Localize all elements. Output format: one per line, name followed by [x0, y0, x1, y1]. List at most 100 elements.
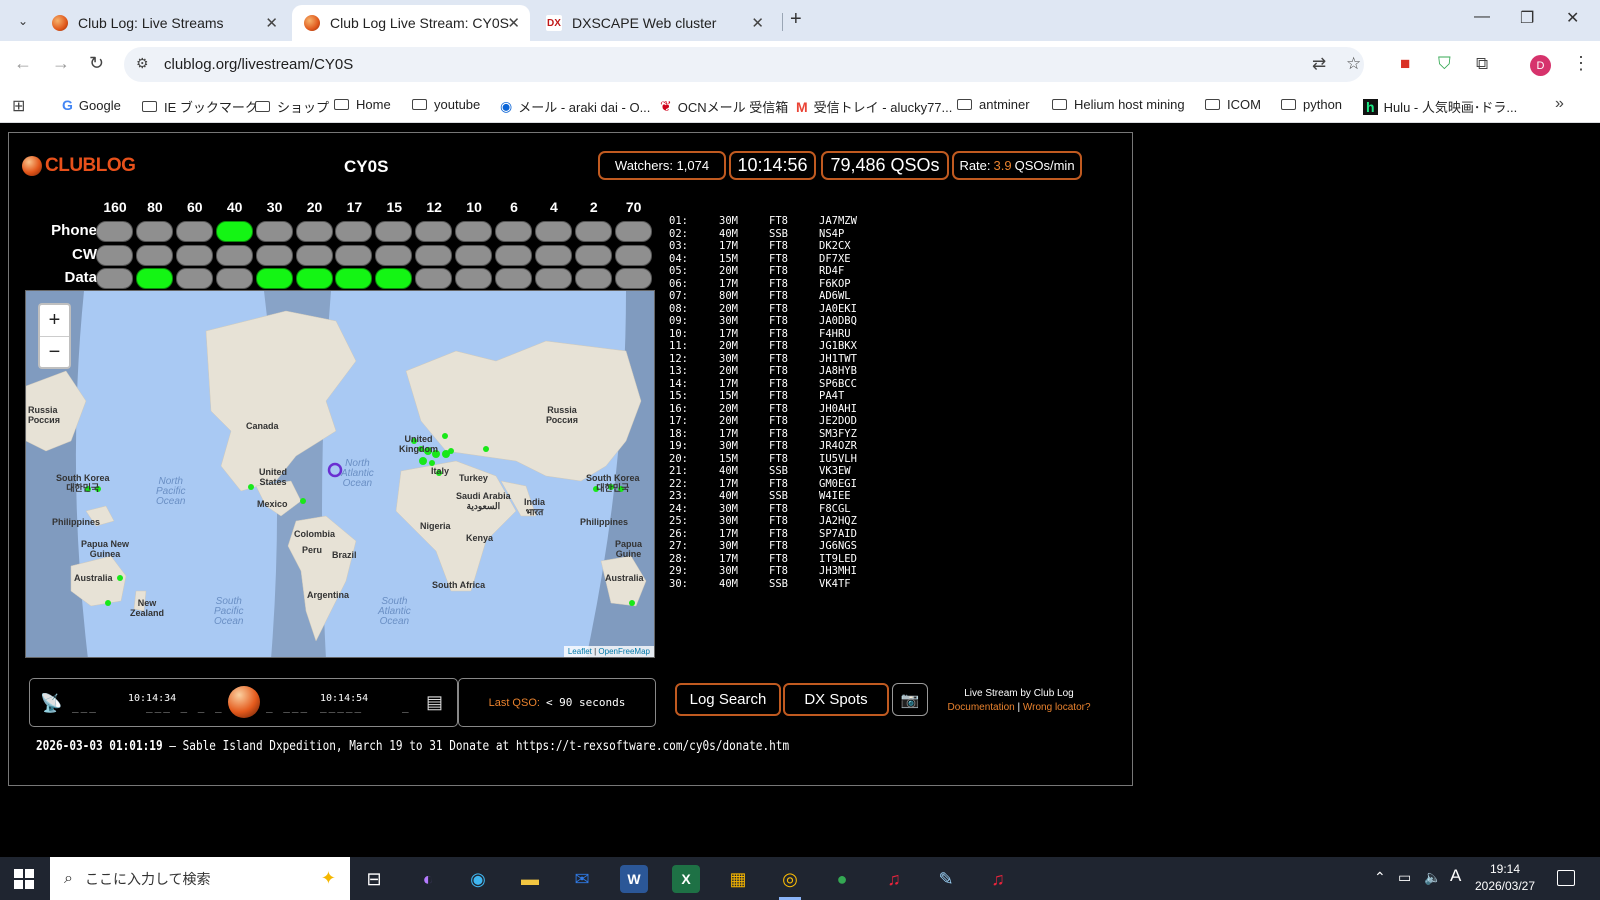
folder-icon [412, 99, 427, 110]
bookmark-google[interactable]: G Google [62, 97, 121, 113]
tray-chevron-icon[interactable]: ⌃ [1374, 869, 1386, 886]
qso-map[interactable]: + − Russia Россия Canada United States M… [25, 290, 655, 658]
camera-button[interactable]: 📷 [892, 683, 928, 716]
band-header: 70 [625, 199, 642, 215]
bookmark-icom[interactable]: ICOM [1205, 97, 1261, 112]
log-search-button[interactable]: Log Search [675, 683, 781, 716]
timeline-track: _____ [320, 700, 364, 713]
paint-icon[interactable]: ✎ [932, 865, 960, 893]
qso-mode: FT8 [769, 252, 788, 265]
band-indicator-data-15 [375, 268, 413, 289]
forward-arrow-icon[interactable]: → [52, 53, 70, 74]
excel-icon[interactable]: X [672, 865, 700, 893]
tab-search-chevron-icon[interactable]: ⌄ [10, 8, 36, 34]
ocn-icon: ❦ [660, 98, 672, 114]
qso-number: 16: [669, 402, 688, 415]
qso-row: 28: 17M FT8 IT9LED [669, 553, 879, 566]
music-app-2-icon[interactable]: ♫ [984, 865, 1012, 893]
clublog-favicon [304, 15, 320, 31]
reload-icon[interactable]: ↻ [89, 53, 104, 74]
qso-mode: FT8 [769, 377, 788, 390]
bookmark-shop[interactable]: ショップ [255, 97, 329, 116]
bookmarks-overflow-icon[interactable]: » [1555, 95, 1564, 113]
volume-icon[interactable]: 🔈 [1424, 869, 1441, 886]
tab-live-stream-cy0s[interactable]: Club Log Live Stream: CY0S ✕ [292, 5, 530, 41]
tab-close-icon[interactable]: ✕ [507, 14, 520, 32]
qso-band: 30M [719, 315, 738, 327]
file-explorer-icon[interactable]: ▬ [516, 865, 544, 893]
bookmark-hulu[interactable]: h Hulu - 人気映画･ドラ... [1363, 97, 1517, 116]
zoom-out-button[interactable]: − [40, 336, 69, 367]
edge-icon[interactable]: ◉ [464, 865, 492, 893]
map-label-png-right: Papua Guine [615, 539, 643, 559]
minimize-icon[interactable]: — [1474, 8, 1490, 26]
new-tab-plus-icon[interactable]: + [790, 8, 802, 31]
qso-number: 09: [669, 315, 688, 327]
restore-icon[interactable]: ❐ [1520, 8, 1534, 28]
site-info-icon[interactable]: ⚙ [136, 55, 149, 72]
extensions-puzzle-icon[interactable]: ⧉ [1476, 54, 1488, 74]
globe-app-icon[interactable]: ● [828, 865, 856, 893]
extension-red-icon[interactable]: ■ [1400, 54, 1410, 74]
copilot-icon[interactable]: ◐ [414, 865, 442, 893]
taskbar-search-box[interactable]: ⌕ ここに入力して検索 ✦ [50, 857, 350, 900]
documentation-link[interactable]: Documentation [947, 702, 1014, 713]
profile-avatar[interactable]: D [1530, 55, 1551, 76]
leaflet-link[interactable]: Leaflet [568, 647, 592, 656]
tab-close-icon[interactable]: ✕ [751, 14, 764, 32]
qso-callsign: JH3MHI [819, 565, 857, 577]
rate-unit: QSOs/min [1014, 158, 1075, 173]
band-indicator-cw-2 [574, 245, 612, 266]
qso-callsign: AD6WL [819, 290, 851, 302]
url-text[interactable]: clublog.org/livestream/CY0S [164, 56, 353, 73]
band-header: 10 [466, 199, 482, 215]
band-indicator-cw-60 [175, 245, 213, 266]
bookmark-antminer[interactable]: antminer [957, 97, 1030, 112]
windows-start-icon[interactable] [14, 869, 34, 889]
clublog-logo[interactable]: CLUBLOG [22, 155, 136, 177]
taskbar-clock[interactable]: 19:14 2026/03/27 [1470, 861, 1540, 895]
bookmark-gmail[interactable]: M 受信トレイ - alucky77... [796, 97, 952, 116]
wrong-locator-link[interactable]: Wrong locator? [1023, 702, 1091, 713]
band-indicator-cw-12 [415, 245, 453, 266]
bookmark-outlook[interactable]: ◉ メール - araki dai - O... [500, 97, 650, 116]
bookmark-ocn[interactable]: ❦ OCNメール 受信箱 [660, 97, 788, 116]
bookmark-python[interactable]: python [1281, 97, 1342, 112]
ime-indicator[interactable]: A [1450, 866, 1461, 886]
bookmark-youtube[interactable]: youtube [412, 97, 480, 112]
openfreemap-link[interactable]: OpenFreeMap [598, 647, 650, 656]
band-indicator-cw-4 [534, 245, 572, 266]
qso-row: 27: 30M FT8 JG6NGS [669, 540, 879, 553]
apps-grid-icon[interactable]: ⊞ [12, 96, 25, 116]
tab-close-icon[interactable]: ✕ [265, 14, 278, 32]
translate-icon[interactable]: ⇄ [1312, 54, 1326, 74]
band-indicator-data-80 [135, 268, 173, 289]
tab-live-streams[interactable]: Club Log: Live Streams ✕ [40, 5, 288, 41]
mail-icon[interactable]: ✉ [568, 865, 596, 893]
network-icon[interactable]: ▭ [1398, 869, 1411, 886]
bookmark-star-icon[interactable]: ☆ [1346, 54, 1361, 74]
notifications-icon[interactable] [1557, 870, 1575, 886]
qso-counter: 79,486 QSOs [821, 151, 949, 180]
bookmark-ie[interactable]: IE ブックマーク [142, 97, 258, 116]
zoom-in-button[interactable]: + [40, 305, 69, 336]
task-view-icon[interactable]: ⊟ [360, 865, 388, 893]
word-icon[interactable]: W [620, 865, 648, 893]
qso-number: 20: [669, 452, 688, 465]
bookmark-helium[interactable]: Helium host mining [1052, 97, 1185, 112]
bookmark-home[interactable]: Home [334, 97, 391, 112]
qso-callsign: PA4T [819, 390, 845, 402]
qso-number: 05: [669, 265, 688, 277]
window-close-icon[interactable]: ✕ [1566, 8, 1579, 28]
back-arrow-icon[interactable]: ← [14, 53, 32, 74]
chrome-icon[interactable]: ◎ [776, 865, 804, 893]
browser-menu-icon[interactable]: ⋮ [1572, 53, 1590, 74]
store-icon[interactable]: ▦ [724, 865, 752, 893]
address-bar[interactable]: ⚙ clublog.org/livestream/CY0S ⇄ ☆ [124, 47, 1364, 82]
dx-spots-button[interactable]: DX Spots [783, 683, 889, 716]
extension-shield-icon[interactable]: ⛉ [1438, 54, 1451, 74]
qso-callsign: RD4F [819, 265, 845, 277]
music-app-icon[interactable]: ♫ [880, 865, 908, 893]
tab-dxscape[interactable]: DX DXSCAPE Web cluster ✕ [534, 5, 774, 41]
qso-mode: SSB [769, 227, 788, 240]
